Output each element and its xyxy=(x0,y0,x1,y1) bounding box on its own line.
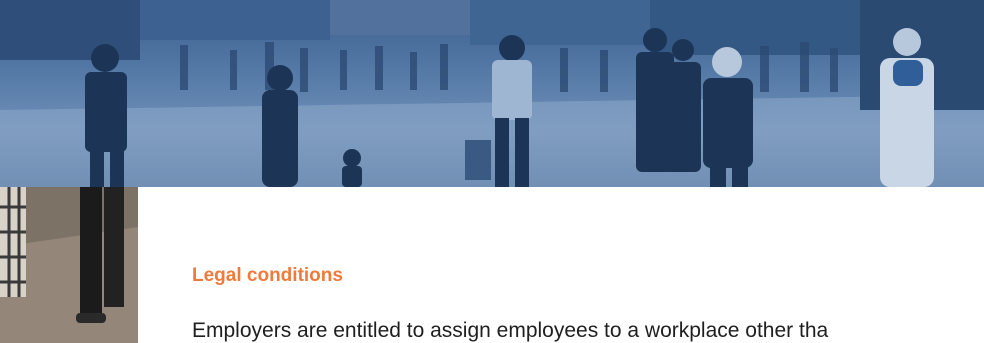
section-heading: Legal conditions xyxy=(192,265,343,286)
side-photo-image xyxy=(0,187,138,343)
body-paragraph: Employers are entitled to assign employe… xyxy=(192,319,829,342)
hero-banner-image xyxy=(0,0,984,187)
article-content: Legal conditions Employers are entitled … xyxy=(192,187,984,343)
crowd-photo-illustration xyxy=(0,0,984,187)
side-photo-illustration xyxy=(0,187,138,343)
